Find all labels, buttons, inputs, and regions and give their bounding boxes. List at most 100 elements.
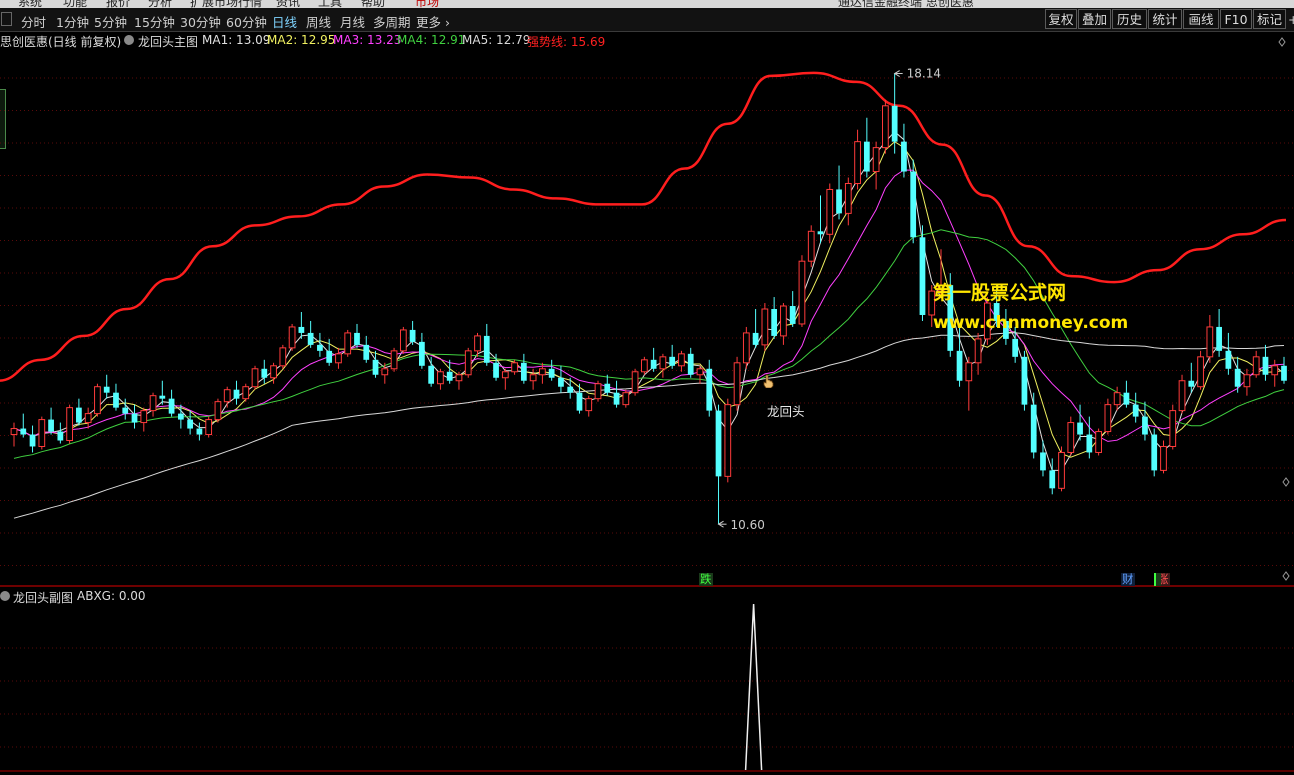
candle-body (1012, 338, 1019, 357)
candle-body (678, 353, 685, 367)
watermark-title: 第一股票公式网 (933, 282, 1067, 304)
candle-body (882, 105, 889, 149)
ma1-line (13, 131, 1285, 471)
candle-body (687, 353, 694, 375)
candle-body (956, 350, 963, 381)
ma5-line (13, 332, 1285, 519)
candle-body (131, 413, 138, 423)
candle-body (10, 428, 18, 436)
candle-body (715, 410, 722, 477)
candle-body (826, 188, 834, 235)
candle-body (696, 368, 704, 376)
candle-body (390, 350, 398, 370)
candle-body (844, 182, 852, 214)
candle-body (307, 332, 314, 345)
scroll-marker-icon (1282, 477, 1290, 487)
candle-body (381, 368, 389, 376)
candle-body (529, 374, 537, 382)
candle-body (706, 368, 713, 411)
candle-body (604, 383, 611, 393)
candle-body (298, 326, 305, 333)
candle-body (1271, 365, 1279, 376)
candle-body (539, 368, 546, 376)
candle-body (205, 419, 213, 436)
price-chart[interactable]: 18.14 10.60 (0, 0, 1294, 775)
candle-body (38, 419, 46, 447)
candle-body (372, 359, 379, 375)
candle-body (817, 231, 824, 235)
candle-body (594, 383, 602, 400)
candle-body (1095, 431, 1102, 453)
candle-body (1188, 380, 1195, 387)
candle-body (1030, 404, 1037, 453)
candle-body (1142, 416, 1148, 435)
candle-body (29, 434, 36, 447)
candle-body (558, 377, 564, 387)
candle-body (752, 332, 759, 345)
candle-body (483, 335, 490, 363)
candle-body (363, 344, 370, 360)
candle-body (742, 332, 750, 364)
candle-body (446, 371, 453, 381)
candle-body (1123, 392, 1130, 405)
candle-body (1151, 434, 1158, 471)
candle-body (659, 356, 667, 370)
candle-body (1077, 422, 1083, 435)
candle-body (891, 105, 898, 142)
candle-body (1281, 365, 1287, 381)
candle-body (761, 308, 769, 346)
candle-body (1243, 374, 1251, 388)
low-label: 10.60 (731, 518, 765, 532)
candle-body (807, 230, 815, 262)
candle-body (177, 413, 184, 420)
candle-body (122, 407, 129, 414)
candle-body (1252, 356, 1260, 376)
candle-body (901, 141, 907, 172)
candle-body (474, 335, 481, 352)
abxg-signal-spike (744, 603, 763, 771)
candle-body (854, 141, 861, 184)
candle-body (159, 395, 166, 399)
candle-body (464, 350, 472, 376)
candle-body (437, 371, 444, 385)
candle-body (66, 407, 73, 442)
candle-body (836, 189, 842, 214)
candle-body (76, 407, 82, 423)
high-label: 18.14 (907, 67, 941, 81)
candle-body (1206, 326, 1214, 358)
candle-body (1216, 326, 1222, 351)
candle-body (1132, 404, 1139, 417)
candle-body (251, 368, 259, 388)
candle-body (548, 368, 555, 378)
candle-body (223, 389, 231, 403)
strong-line (0, 71, 1287, 382)
candle-body (974, 338, 982, 364)
candle-body (1225, 350, 1232, 369)
signal-label: 龙回头 (767, 404, 805, 419)
subchart-settings-icon[interactable] (0, 591, 10, 601)
candle-body (789, 306, 796, 324)
candle-body (419, 341, 425, 366)
candle-body (493, 362, 499, 378)
candle-body (1058, 451, 1065, 489)
event-tag[interactable]: 跌 (699, 573, 713, 586)
candle-body (233, 389, 240, 399)
event-tag[interactable]: 财 (1121, 573, 1135, 586)
candle-body (1049, 470, 1056, 489)
candle-body (511, 362, 518, 373)
candle-body (94, 386, 101, 415)
candle-body (1040, 452, 1046, 471)
candle-body (187, 419, 194, 429)
candle-body (428, 365, 435, 384)
candle-body (910, 171, 917, 238)
event-marker (1154, 573, 1161, 586)
subchart-value: ABXG: 0.00 (77, 589, 146, 603)
candle-body (1178, 380, 1186, 412)
candle-body (288, 326, 296, 349)
candle-body (140, 410, 148, 424)
candle-body (279, 347, 287, 367)
candle-body (724, 404, 732, 477)
subchart-title[interactable]: 龙回头副图 (13, 589, 73, 606)
candle-body (196, 428, 203, 435)
candle-body (48, 419, 54, 432)
